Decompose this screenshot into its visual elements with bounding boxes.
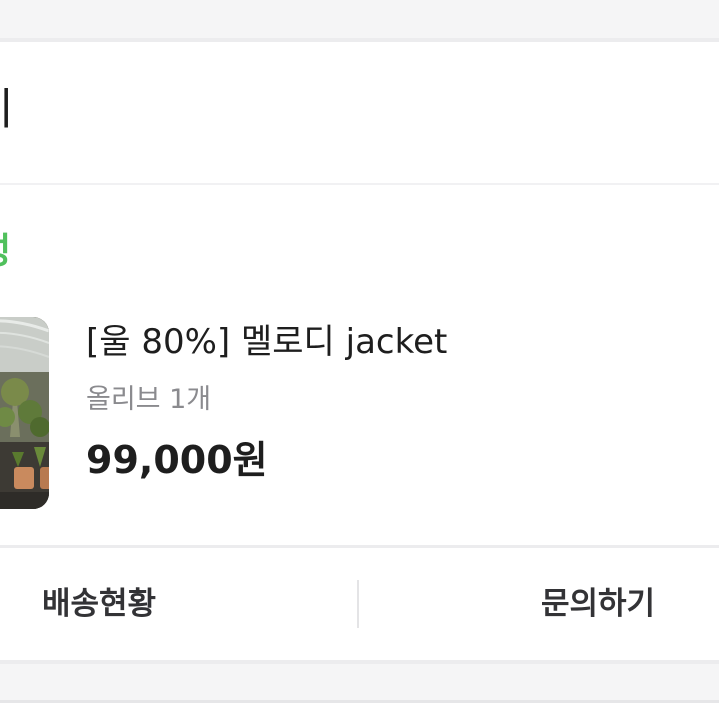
order-status-label: 성 [0,222,11,282]
inquiry-button[interactable]: 문의하기 [541,548,655,660]
action-divider [357,580,359,628]
product-thumbnail[interactable] [0,317,49,509]
product-name[interactable]: [울 80%] 멜로디 jacket [86,318,447,366]
bottom-spacer [0,664,719,702]
product-price: 99,000원 [86,438,268,482]
order-detail-page: 이 성 [울 80%] 멜로디 jacket 올리브 1개 99,000원 [0,0,719,719]
order-action-row: 배송현황 문의하기 [0,548,719,660]
shipping-status-button[interactable]: 배송현황 [42,548,156,660]
product-thumbnail-image [0,317,49,509]
page-title: 이 [0,74,14,146]
product-option: 올리브 1개 [86,384,212,415]
divider [0,183,719,185]
top-spacer [0,0,719,38]
divider [0,38,719,42]
divider [0,700,719,703]
